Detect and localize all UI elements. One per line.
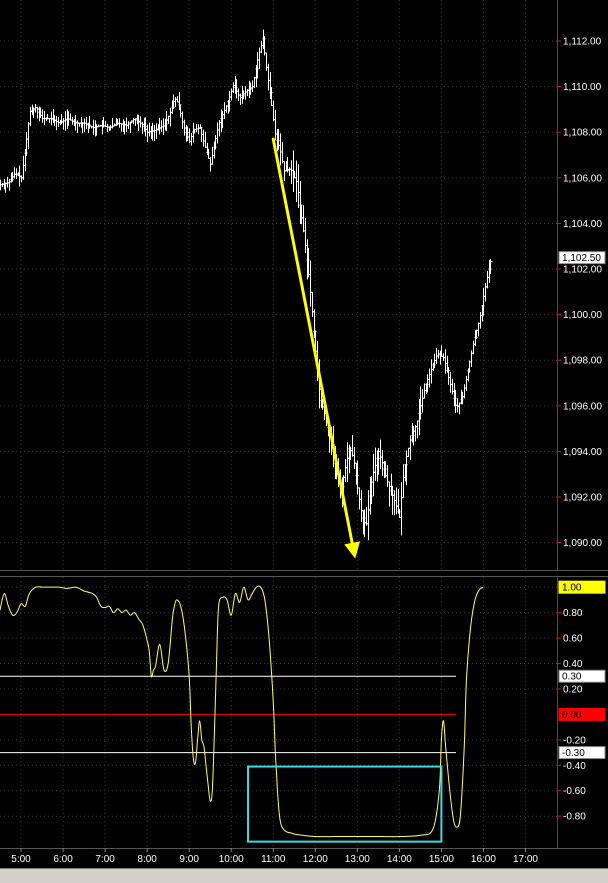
osc-tick-label: 0.80 — [563, 608, 583, 619]
last-price-tag: 1,102.50 — [562, 253, 601, 264]
time-tick-label: 17:00 — [513, 854, 538, 865]
osc-tick-label: 0.20 — [563, 684, 583, 695]
time-tick-label: 9:00 — [179, 854, 199, 865]
price-tick-label: 1,096.00 — [563, 401, 602, 412]
time-tick-label: 7:00 — [95, 854, 115, 865]
osc-tick-label: -0.40 — [563, 761, 586, 772]
window-status-strip — [0, 868, 608, 883]
time-tick-label: 6:00 — [53, 854, 73, 865]
time-tick-label: 16:00 — [471, 854, 496, 865]
time-tick-label: 10:00 — [219, 854, 244, 865]
price-tick-label: 1,092.00 — [563, 493, 602, 504]
price-tick-label: 1,094.00 — [563, 447, 602, 458]
price-tick-label: 1,106.00 — [563, 173, 602, 184]
price-tick-label: 1,112.00 — [563, 37, 602, 48]
price-tick-label: 1,104.00 — [563, 219, 602, 230]
price-tick-label: 1,108.00 — [563, 128, 602, 139]
osc-tick-label: 0.40 — [563, 659, 583, 670]
level-tag-zero: 0.00 — [562, 710, 582, 721]
osc-current-tag: 1.00 — [562, 583, 582, 594]
osc-tick-label: -0.60 — [563, 786, 586, 797]
level-tag: 0.30 — [562, 672, 582, 683]
osc-tick-label: 0.60 — [563, 634, 583, 645]
price-tick-label: 1,098.00 — [563, 356, 602, 367]
osc-tick-label: -0.80 — [563, 812, 586, 823]
price-tick-label: 1,090.00 — [563, 538, 602, 549]
price-tick-label: 1,100.00 — [563, 310, 602, 321]
osc-tick-label: -0.20 — [563, 735, 586, 746]
time-tick-label: 11:00 — [261, 854, 286, 865]
level-tag: -0.30 — [562, 748, 585, 759]
time-tick-label: 14:00 — [387, 854, 412, 865]
chart-canvas: 1,090.00 1,092.00 1,094.00 1,096.00 1,098.00… — [0, 0, 608, 882]
time-tick-label: 13:00 — [345, 854, 370, 865]
time-tick-label: 15:00 — [429, 854, 454, 865]
price-tick-label: 1,102.00 — [563, 265, 602, 276]
time-tick-label: 8:00 — [137, 854, 157, 865]
price-tick-label: 1,110.00 — [563, 82, 602, 93]
time-tick-label: 5:00 — [11, 854, 31, 865]
time-tick-label: 12:00 — [303, 854, 328, 865]
